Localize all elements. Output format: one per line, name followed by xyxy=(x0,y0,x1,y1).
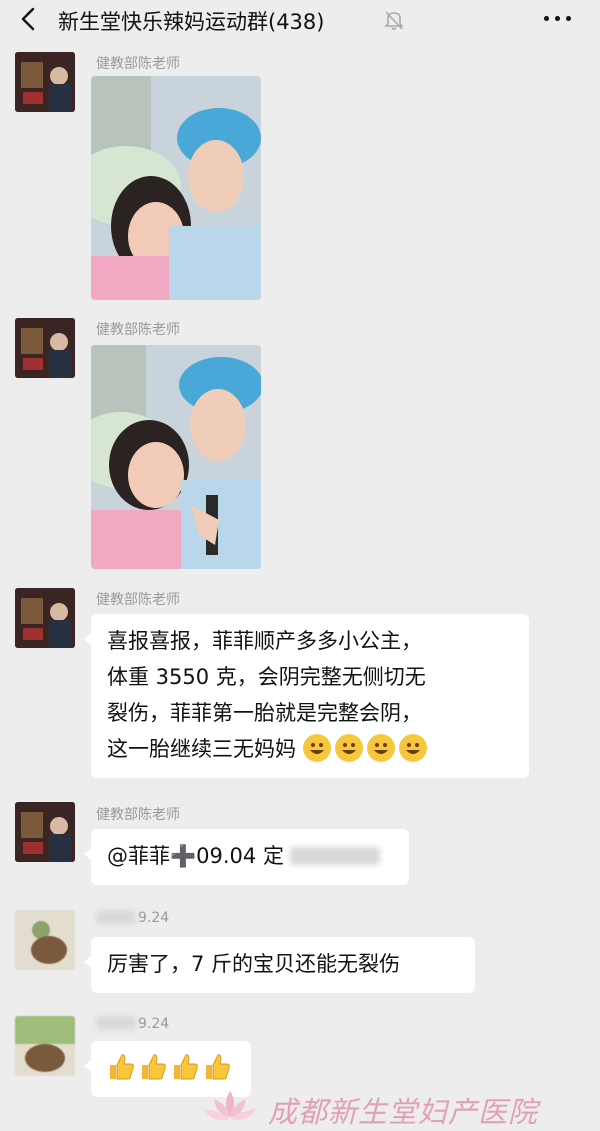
thumbs-up-emoji xyxy=(107,1051,135,1081)
hospital-watermark: 成都新生堂妇产医院 xyxy=(200,1085,600,1130)
redacted-text xyxy=(96,910,136,924)
grinning-face-emoji xyxy=(302,734,331,762)
message-line: 厉害了，7 斤的宝贝还能无裂伤 xyxy=(107,952,401,976)
chat-header: 新生堂快乐辣妈运动群(438) xyxy=(0,0,600,40)
image-message[interactable] xyxy=(91,76,261,300)
watermark-text: 成都新生堂妇产医院 xyxy=(268,1095,539,1129)
grinning-face-emoji xyxy=(366,734,395,762)
sender-name: 健教部陈老师 xyxy=(96,322,180,338)
grinning-face-emoji xyxy=(398,734,427,762)
message-line: 裂伤，菲菲第一胎就是完整会阴， xyxy=(107,701,422,725)
sender-avatar[interactable] xyxy=(15,1016,75,1076)
message-line: 喜报喜报，菲菲顺产多多小公主， xyxy=(107,629,422,653)
bell-off-icon xyxy=(382,8,406,32)
sender-avatar[interactable] xyxy=(15,52,75,112)
chat-title: 新生堂快乐辣妈运动群(438) xyxy=(58,10,325,34)
text-message-bubble[interactable]: @菲菲➕09.04 定 xyxy=(84,829,409,885)
sender-avatar[interactable] xyxy=(15,910,75,970)
text-message-bubble[interactable]: 喜报喜报，菲菲顺产多多小公主， 体重 3550 克，会阴完整无侧切无 裂伤，菲菲… xyxy=(84,614,529,778)
sender-name: 9.24 xyxy=(96,910,169,926)
message-line: 体重 3550 克，会阴完整无侧切无 xyxy=(107,665,426,689)
sender-avatar[interactable] xyxy=(15,318,75,378)
more-dots-icon xyxy=(544,16,549,21)
sender-name: 健教部陈老师 xyxy=(96,56,180,72)
thumbs-up-emoji xyxy=(203,1051,231,1081)
text-message-bubble[interactable]: 厉害了，7 斤的宝贝还能无裂伤 xyxy=(84,937,475,993)
message-line: 这一胎继续三无妈妈 xyxy=(107,737,296,761)
sender-avatar[interactable] xyxy=(15,588,75,648)
sender-name: 健教部陈老师 xyxy=(96,592,180,608)
lotus-logo-icon xyxy=(204,1091,256,1120)
more-options-button[interactable] xyxy=(540,6,576,30)
sender-name: 健教部陈老师 xyxy=(96,807,180,823)
message-line: @菲菲➕09.04 定 xyxy=(107,844,284,868)
thumbs-up-emoji xyxy=(171,1051,199,1081)
sender-name: 9.24 xyxy=(96,1016,169,1032)
chevron-left-icon xyxy=(21,7,35,31)
grinning-face-emoji xyxy=(334,734,363,762)
image-message[interactable] xyxy=(91,345,261,569)
sender-avatar[interactable] xyxy=(15,802,75,862)
redacted-text xyxy=(96,1016,136,1030)
thumbs-up-emoji xyxy=(139,1051,167,1081)
redacted-text xyxy=(289,847,380,865)
back-button[interactable] xyxy=(14,4,44,34)
